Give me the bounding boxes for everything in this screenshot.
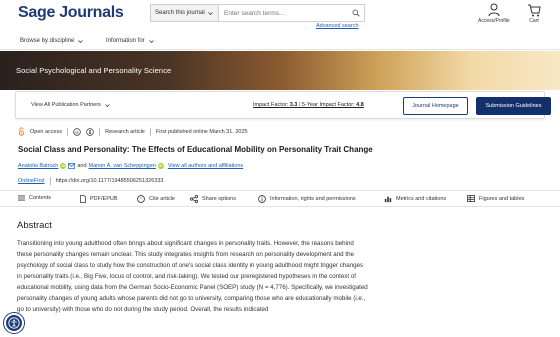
cart-label: Cart: [529, 18, 539, 24]
publication-date: First published online March 31, 2025: [155, 128, 248, 135]
contents-button[interactable]: Contents: [18, 195, 51, 201]
svg-text:": ": [140, 198, 142, 203]
abstract-text: Transitioning into young adulthood often…: [17, 238, 369, 315]
article-meta: Open access cc Research article First pu…: [18, 127, 248, 136]
search-scope-select[interactable]: Search this journal: [151, 5, 219, 21]
list-icon: [18, 195, 25, 201]
article-type: Research article: [105, 128, 145, 135]
orcid-icon[interactable]: iD: [60, 163, 67, 169]
figures-tables-button[interactable]: Figures and tables: [467, 195, 524, 202]
divider: [99, 127, 101, 136]
accessibility-button[interactable]: [4, 313, 24, 333]
access-profile-button[interactable]: Access/Profile: [478, 3, 510, 24]
bar-chart-icon: [384, 196, 392, 203]
email-icon[interactable]: [68, 163, 76, 169]
svg-text:cc: cc: [75, 130, 79, 134]
orcid-icon[interactable]: iD: [157, 163, 164, 169]
pdf-epub-button[interactable]: PDF/EPUB: [80, 195, 118, 203]
share-icon: [190, 195, 198, 203]
information-rights-button[interactable]: Information, rights and permissions: [258, 195, 356, 203]
creative-commons-icon: cc: [73, 127, 81, 136]
divider: [49, 177, 51, 185]
information-for-menu[interactable]: Information for: [106, 38, 154, 44]
chevron-down-icon: [78, 39, 84, 43]
chevron-down-icon: [105, 103, 110, 107]
five-year-impact-label: / 5-Year Impact Factor:: [297, 102, 357, 108]
metrics-citations-button[interactable]: Metrics and citations: [384, 195, 446, 203]
article-toolbar: Contents PDF/EPUB " Cite article Share o…: [0, 190, 560, 207]
search-icon[interactable]: [348, 5, 364, 21]
site-header: Sage Journals Search this journal Advanc…: [0, 0, 560, 32]
impact-factor-link[interactable]: Impact Factor: 3.3 / 5-Year Impact Facto…: [253, 102, 364, 108]
journal-info-bar: View All Publication Partners Impact Fac…: [15, 91, 551, 119]
main-nav: Browse by discipline Information for: [0, 34, 560, 50]
cite-article-button[interactable]: " Cite article: [137, 195, 175, 203]
five-year-impact-value: 4.8: [356, 102, 364, 108]
share-options-button[interactable]: Share options: [190, 195, 236, 203]
table-icon: [467, 195, 475, 202]
document-icon: [80, 195, 86, 203]
publication-partners-dropdown[interactable]: View All Publication Partners: [31, 102, 110, 108]
chevron-down-icon: [148, 39, 154, 43]
information-for-label: Information for: [106, 38, 145, 44]
journal-banner: Social Psychological and Personality Sci…: [0, 51, 560, 90]
quote-icon: ": [137, 195, 145, 203]
search-input[interactable]: [219, 5, 348, 21]
open-access-label: Open access: [30, 128, 63, 135]
author-link[interactable]: Anatolia Batruch: [18, 163, 58, 169]
author-list: Anatolia Batruch iD and Manon A. van Sch…: [18, 163, 243, 169]
view-all-authors-link[interactable]: View all authors and affiliations: [168, 163, 243, 169]
abstract-heading: Abstract: [17, 220, 52, 231]
browse-discipline-menu[interactable]: Browse by discipline: [20, 38, 84, 44]
advanced-search-link[interactable]: Advanced search: [316, 23, 359, 29]
chevron-down-icon: [207, 11, 213, 15]
journal-homepage-button[interactable]: Journal Homepage: [403, 97, 468, 115]
search-scope-label: Search this journal: [155, 10, 205, 16]
cart-button[interactable]: Cart: [527, 3, 541, 24]
figures-tables-label: Figures and tables: [479, 195, 525, 202]
journal-title[interactable]: Social Psychological and Personality Sci…: [16, 66, 171, 75]
information-rights-label: Information, rights and permissions: [270, 196, 356, 202]
impact-factor-label: Impact Factor:: [253, 102, 290, 108]
cite-article-label: Cite article: [149, 196, 175, 202]
author-separator: and: [77, 163, 87, 169]
attribution-icon: [86, 127, 94, 136]
publication-partners-label: View All Publication Partners: [31, 102, 101, 108]
submission-guidelines-button[interactable]: Submission Guidelines: [476, 97, 551, 115]
doi-row: OnlineFirst https://doi.org/10.1177/1948…: [18, 177, 163, 185]
info-icon: [258, 195, 266, 203]
pdf-epub-label: PDF/EPUB: [90, 196, 118, 202]
access-profile-label: Access/Profile: [478, 18, 510, 24]
share-options-label: Share options: [202, 196, 236, 202]
cart-icon: [528, 4, 541, 17]
user-icon: [488, 3, 500, 17]
article-title: Social Class and Personality: The Effect…: [18, 145, 373, 154]
browse-discipline-label: Browse by discipline: [20, 38, 75, 44]
metrics-citations-label: Metrics and citations: [396, 196, 447, 202]
doi-link[interactable]: https://doi.org/10.1177/1948550625132633…: [56, 178, 164, 184]
divider: [67, 127, 69, 136]
open-access-icon: [18, 127, 25, 136]
accessibility-icon: [8, 317, 20, 329]
divider: [149, 127, 151, 136]
abstract-paragraph: Transitioning into young adulthood often…: [17, 240, 368, 313]
contents-label: Contents: [29, 195, 52, 201]
search-bar: Search this journal: [150, 4, 365, 22]
author-link[interactable]: Manon A. van Scheppingen: [89, 163, 156, 169]
sage-journals-logo[interactable]: Sage Journals: [18, 4, 124, 22]
onlinefirst-link[interactable]: OnlineFirst: [18, 178, 45, 184]
